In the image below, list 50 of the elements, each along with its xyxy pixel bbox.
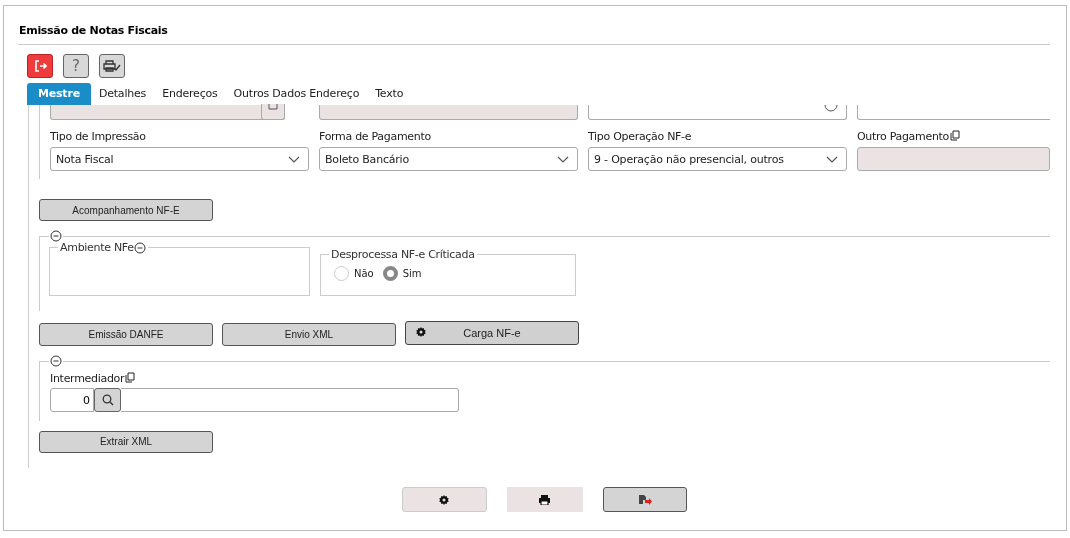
input-field[interactable] xyxy=(121,388,459,413)
action-button[interactable]: Carga NF-e xyxy=(405,321,579,346)
radio-label: Não xyxy=(354,268,374,280)
copy-icon xyxy=(125,372,136,384)
dropdown[interactable]: Boleto Bancário xyxy=(319,147,578,171)
radio-label: Sim xyxy=(402,268,422,280)
exit-icon xyxy=(637,493,652,506)
field-label: Intermediador xyxy=(50,372,125,386)
tab[interactable]: Endereços xyxy=(154,83,226,105)
printer-icon xyxy=(539,494,550,505)
search-button[interactable] xyxy=(94,388,121,413)
date-field[interactable] xyxy=(50,105,285,120)
dropdown[interactable]: 9 - Operação não presencial, outros xyxy=(588,147,847,171)
chevron-down-icon xyxy=(826,155,838,163)
time-field[interactable] xyxy=(588,105,847,120)
tab[interactable]: Mestre xyxy=(27,83,91,105)
dropdown[interactable]: Nota Fiscal xyxy=(50,147,309,171)
print-button[interactable] xyxy=(506,487,583,512)
field-label: Tipo de Impressão xyxy=(50,130,146,143)
page-title: Emissão de Notas Fiscais xyxy=(18,23,169,39)
field-label: Tipo Operação NF-e xyxy=(588,130,692,143)
print-button[interactable] xyxy=(99,54,125,78)
radio-button[interactable] xyxy=(382,266,398,282)
text-field[interactable] xyxy=(319,105,578,120)
tab[interactable]: Detalhes xyxy=(90,83,155,105)
exit-button[interactable] xyxy=(27,54,53,78)
action-button[interactable]: Envio XML xyxy=(222,323,396,347)
exit-button[interactable] xyxy=(602,487,687,512)
text-field[interactable] xyxy=(857,105,1050,120)
gear-icon xyxy=(416,327,426,338)
field-label: Outro Pagamento xyxy=(857,130,950,143)
settings-icon xyxy=(439,494,449,505)
action-button[interactable]: Emissão DANFE xyxy=(39,323,213,347)
settings-button[interactable] xyxy=(401,487,487,512)
tab[interactable]: Outros Dados Endereço xyxy=(225,83,368,105)
field-label: Forma de Pagamento xyxy=(319,130,431,143)
exit-icon xyxy=(33,60,47,72)
collapse-icon[interactable] xyxy=(133,241,146,254)
chevron-down-icon xyxy=(288,155,300,163)
extract-button[interactable]: Extrair XML xyxy=(39,430,213,453)
tab[interactable]: Texto xyxy=(367,83,412,105)
collapse-icon[interactable] xyxy=(49,355,63,368)
printer-check-icon xyxy=(103,60,121,72)
tracking-button[interactable]: Acompanhamento NF-E xyxy=(39,198,213,222)
collapse-icon[interactable] xyxy=(49,230,63,243)
group-legend: Ambiente NFe xyxy=(60,241,134,255)
search-icon xyxy=(101,394,114,407)
group-legend: Desprocessa NF-e Críticada xyxy=(329,248,477,262)
chevron-down-icon xyxy=(557,155,569,163)
help-button[interactable]: ? xyxy=(63,54,89,78)
